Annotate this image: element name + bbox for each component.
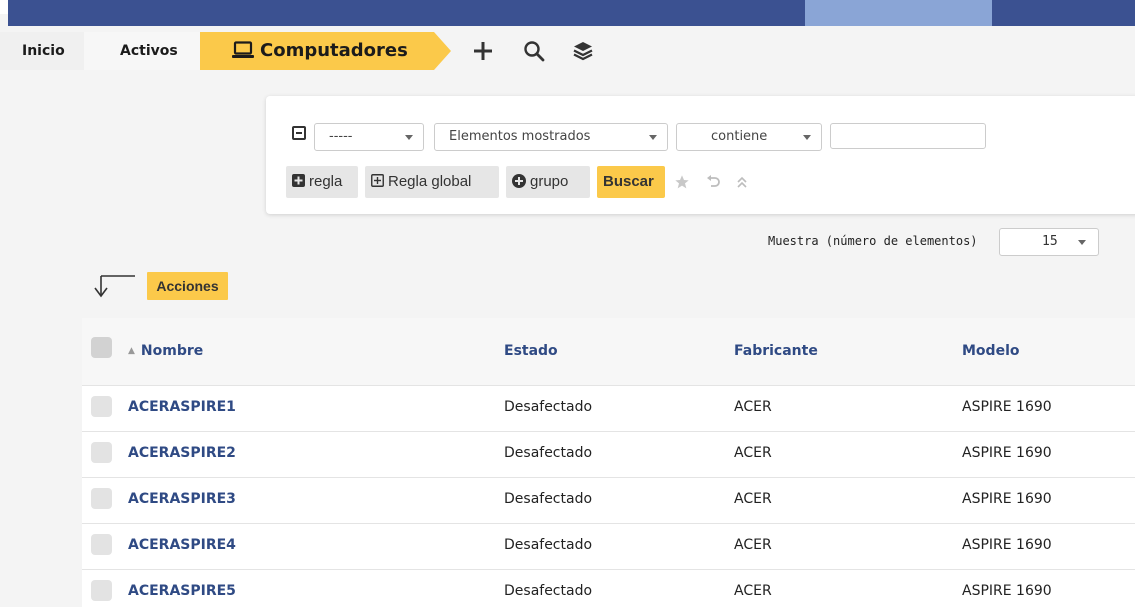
column-header-model[interactable]: Modelo: [962, 343, 1019, 359]
arrow-down-icon: [94, 275, 135, 298]
row-name-link[interactable]: ACERASPIRE4: [128, 537, 236, 553]
plus-circle-icon: [512, 173, 526, 188]
criteria-select-value: Elementos mostrados: [449, 129, 591, 144]
select-all-checkbox[interactable]: [91, 337, 112, 358]
search-panel: ----- Elementos mostrados contiene regla…: [266, 96, 1135, 214]
sort-asc-icon: ▲: [128, 346, 135, 356]
breadcrumb-home[interactable]: Inicio: [0, 32, 92, 70]
add-rule-label: regla: [309, 173, 343, 190]
row-checkbox[interactable]: [91, 580, 112, 601]
plus-square-outline-icon: [371, 174, 384, 187]
search-icon[interactable]: [521, 39, 547, 63]
add-global-rule-label: Regla global: [388, 173, 472, 190]
column-header-status[interactable]: Estado: [504, 343, 558, 359]
row-status: Desafectado: [504, 399, 593, 415]
row-status: Desafectado: [504, 491, 593, 507]
row-model: ASPIRE 1690: [962, 399, 1052, 415]
field-select[interactable]: -----: [314, 123, 424, 151]
row-status: Desafectado: [504, 583, 593, 599]
chevron-down-icon: [1078, 240, 1086, 245]
collapse-up-icon[interactable]: [732, 172, 752, 192]
row-model: ASPIRE 1690: [962, 583, 1052, 599]
breadcrumb-current-tip: [434, 32, 451, 70]
add-rule-button[interactable]: regla: [286, 166, 358, 198]
search-button[interactable]: Buscar: [597, 166, 665, 198]
actions-button[interactable]: Acciones: [147, 272, 228, 300]
breadcrumb-section[interactable]: Activos: [84, 32, 212, 70]
top-bar: [8, 0, 1135, 26]
row-status: Desafectado: [504, 537, 593, 553]
table-row: ACERASPIRE1 Desafectado ACER ASPIRE 1690: [82, 386, 1135, 432]
add-group-label: grupo: [530, 173, 569, 190]
table-row: ACERASPIRE4 Desafectado ACER ASPIRE 1690: [82, 524, 1135, 570]
row-checkbox[interactable]: [91, 534, 112, 555]
table-row: ACERASPIRE5 Desafectado ACER ASPIRE 1690: [82, 570, 1135, 607]
chevron-down-icon: [405, 135, 413, 140]
display-count-label: Muestra (número de elementos): [768, 234, 978, 248]
column-header-maker[interactable]: Fabricante: [734, 343, 818, 359]
row-maker: ACER: [734, 445, 772, 461]
chevron-down-icon: [803, 135, 811, 140]
star-icon[interactable]: [672, 172, 692, 192]
row-checkbox[interactable]: [91, 396, 112, 417]
table-row: ACERASPIRE2 Desafectado ACER ASPIRE 1690: [82, 432, 1135, 478]
row-name-link[interactable]: ACERASPIRE1: [128, 399, 236, 415]
laptop-icon: [232, 40, 254, 58]
display-count-select[interactable]: 15: [999, 228, 1099, 256]
table-header: ▲ Nombre Estado Fabricante Modelo: [82, 318, 1135, 386]
row-maker: ACER: [734, 491, 772, 507]
display-count-value: 15: [1042, 234, 1058, 249]
top-bar-segment[interactable]: [805, 0, 992, 26]
row-maker: ACER: [734, 399, 772, 415]
row-model: ASPIRE 1690: [962, 537, 1052, 553]
field-select-value: -----: [329, 129, 353, 144]
layers-icon[interactable]: [570, 39, 596, 63]
table-row: ACERASPIRE3 Desafectado ACER ASPIRE 1690: [82, 478, 1135, 524]
breadcrumb-current[interactable]: Computadores: [200, 32, 434, 70]
plus-square-icon: [292, 174, 305, 188]
add-group-button[interactable]: grupo: [506, 166, 590, 198]
column-header-name-label: Nombre: [140, 343, 204, 359]
computers-table: ▲ Nombre Estado Fabricante Modelo ACERASP…: [82, 318, 1135, 607]
operator-select[interactable]: contiene: [676, 123, 822, 151]
column-header-name[interactable]: ▲ Nombre: [128, 343, 203, 359]
plus-icon[interactable]: [470, 39, 496, 63]
add-global-rule-button[interactable]: Regla global: [365, 166, 499, 198]
row-checkbox[interactable]: [91, 488, 112, 509]
row-maker: ACER: [734, 537, 772, 553]
breadcrumb-current-label: Computadores: [260, 40, 408, 61]
operator-select-value: contiene: [711, 129, 768, 144]
row-checkbox[interactable]: [91, 442, 112, 463]
chevron-down-icon: [649, 135, 657, 140]
undo-icon[interactable]: [704, 172, 724, 192]
row-model: ASPIRE 1690: [962, 445, 1052, 461]
collapse-criteria-icon[interactable]: [292, 126, 306, 140]
row-name-link[interactable]: ACERASPIRE3: [128, 491, 236, 507]
breadcrumb: Inicio Activos Computadores: [0, 32, 1135, 70]
criteria-select[interactable]: Elementos mostrados: [434, 123, 668, 151]
search-value-input[interactable]: [830, 123, 986, 149]
row-name-link[interactable]: ACERASPIRE5: [128, 583, 236, 599]
row-maker: ACER: [734, 583, 772, 599]
row-model: ASPIRE 1690: [962, 491, 1052, 507]
row-name-link[interactable]: ACERASPIRE2: [128, 445, 236, 461]
row-status: Desafectado: [504, 445, 593, 461]
